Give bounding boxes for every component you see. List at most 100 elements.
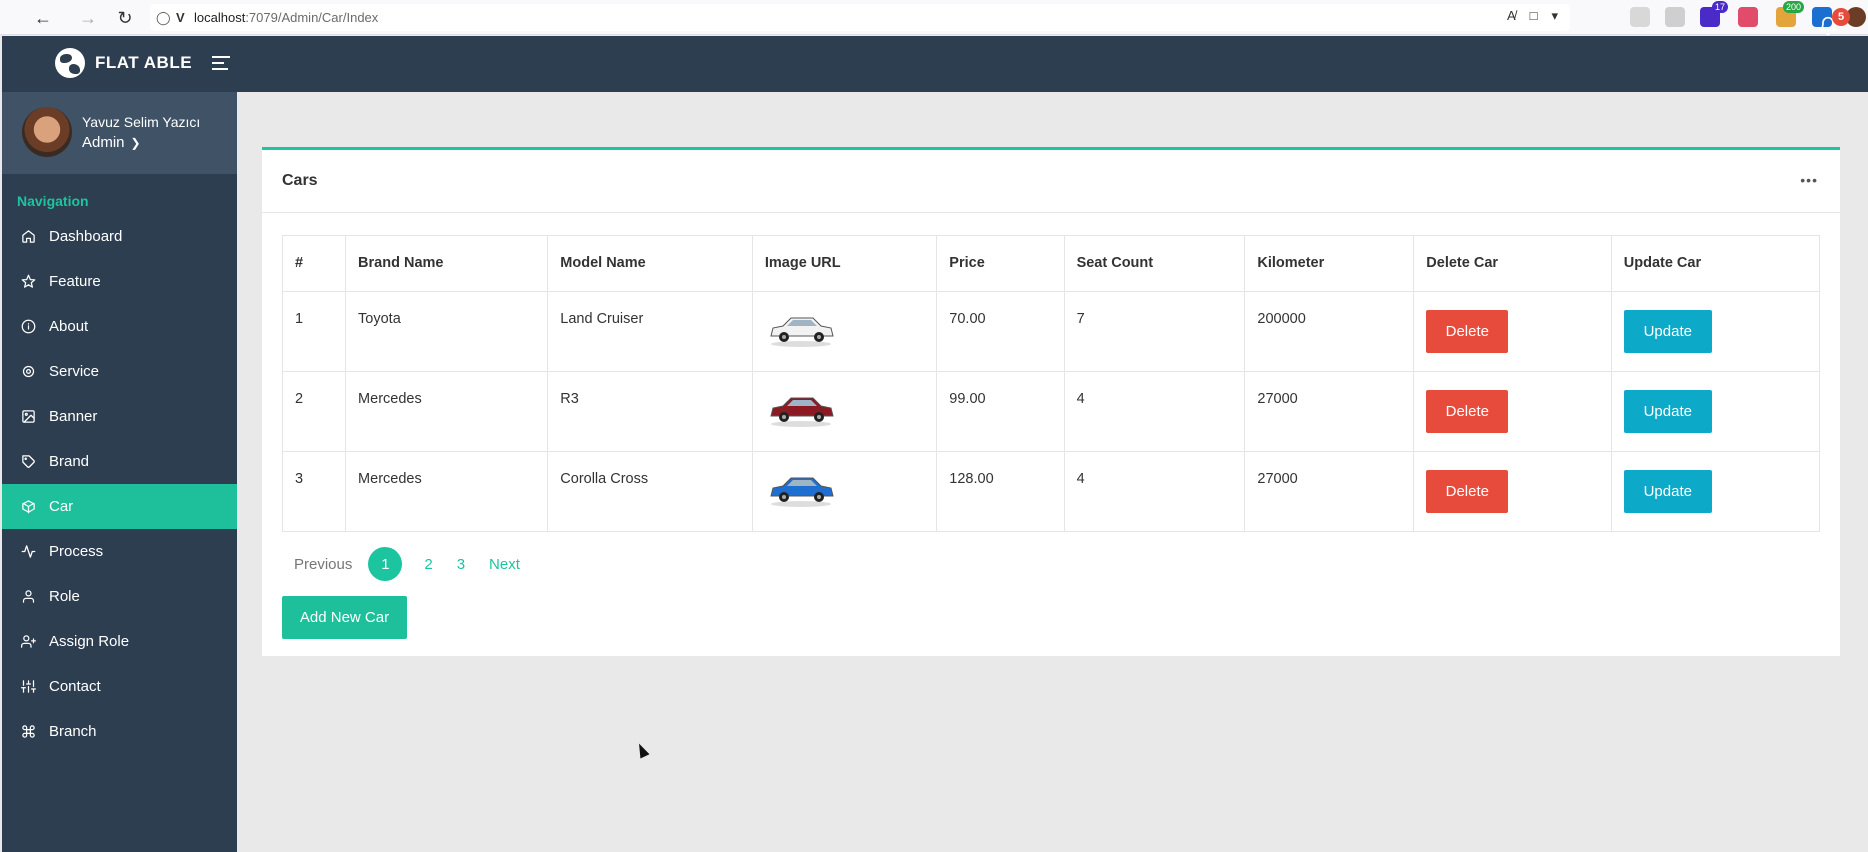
reload-icon[interactable]: ↻: [112, 5, 138, 31]
sidebar-item-contact[interactable]: Contact: [2, 664, 237, 709]
url-host: localhost: [194, 10, 246, 25]
card-title: Cars: [282, 172, 318, 189]
delete-cell: Delete: [1413, 291, 1612, 372]
sidebar-item-car[interactable]: Car: [2, 484, 237, 529]
sidebar-item-label: About: [49, 318, 89, 335]
sidebar-item-label: Banner: [49, 408, 98, 425]
column-header: Kilometer: [1244, 235, 1415, 292]
forward-icon[interactable]: →: [75, 5, 101, 31]
cars-table: # Brand Name Model Name Image URL Price Seat …: [281, 235, 1821, 532]
delete-cell: Delete: [1413, 371, 1612, 452]
delete-car-button[interactable]: Delete: [1426, 470, 1509, 513]
browser-toolbar: ← → ↻ ◯ V localhost:7079/Admin/Car/Index…: [0, 0, 1868, 35]
command-icon: [20, 724, 36, 740]
sidebar-item-feature[interactable]: Feature: [2, 259, 237, 304]
site-identity-icon: V: [176, 10, 185, 25]
star-icon: [20, 274, 36, 290]
sidebar-item-label: Brand: [49, 453, 90, 470]
info-icon: [20, 319, 36, 335]
user-role-dropdown[interactable]: Admin ❯: [82, 134, 141, 151]
row-number-cell: 2: [281, 371, 347, 452]
table-row: 2 Mercedes R3 99.00 4 27000 Delete Update: [281, 371, 1821, 452]
sidebar-item-dashboard[interactable]: Dashboard: [2, 214, 237, 259]
table-row: 1 Toyota Land Cruiser 70.00 7 200000 Delete Upd…: [281, 291, 1821, 372]
sidebar-item-assign-role[interactable]: Assign Role: [2, 619, 237, 664]
app-logo[interactable]: FLAT ABLE: [55, 48, 192, 78]
delete-car-button[interactable]: Delete: [1426, 390, 1509, 433]
shield-icon: ◯: [156, 9, 171, 25]
mouse-cursor: [634, 741, 650, 759]
user-icon: [20, 589, 36, 605]
app-header: FLAT ABLE: [2, 36, 1868, 92]
sidebar: Yavuz Selim Yazıcı Admin ❯ Navigation Da…: [2, 92, 237, 852]
sidebar-item-label: Service: [49, 363, 100, 380]
pagination: Previous 1 2 3 Next: [282, 547, 532, 581]
card-divider: [262, 212, 1840, 213]
sidebar-item-about[interactable]: About: [2, 304, 237, 349]
price-cell: 99.00: [936, 371, 1065, 452]
column-header: Image URL: [751, 235, 938, 292]
add-new-car-button[interactable]: Add New Car: [282, 596, 407, 639]
globe-icon: [55, 48, 85, 78]
dropdown-icon[interactable]: ▾: [1551, 8, 1558, 24]
calendar-extension-icon[interactable]: [1738, 7, 1758, 27]
sidebar-item-brand[interactable]: Brand: [2, 439, 237, 484]
menu-toggle-icon[interactable]: [212, 56, 230, 72]
extension-icon[interactable]: 17: [1700, 1, 1728, 27]
user-role: Admin: [82, 134, 125, 151]
page-link-2[interactable]: 2: [412, 547, 444, 581]
update-car-button[interactable]: Update: [1623, 470, 1712, 513]
sidebar-item-process[interactable]: Process: [2, 529, 237, 574]
gear-icon: [20, 364, 36, 380]
translate-icon[interactable]: A̸: [1507, 8, 1516, 24]
price-cell: 128.00: [936, 451, 1065, 532]
model-name-cell: Land Cruiser: [547, 291, 753, 372]
sidebar-item-branch[interactable]: Branch: [2, 709, 237, 754]
update-cell: Update: [1610, 371, 1821, 452]
sliders-icon: [20, 679, 36, 695]
url-path: :7079/Admin/Car/Index: [245, 10, 379, 25]
extension-badge: 17: [1711, 1, 1728, 13]
kilometer-cell: 27000: [1244, 371, 1415, 452]
seat-count-cell: 7: [1063, 291, 1246, 372]
sidebar-item-role[interactable]: Role: [2, 574, 237, 619]
sidebar-item-service[interactable]: Service: [2, 349, 237, 394]
previous-page-link[interactable]: Previous: [282, 547, 364, 581]
back-icon[interactable]: ←: [30, 5, 56, 31]
kilometer-cell: 200000: [1244, 291, 1415, 372]
update-cell: Update: [1610, 451, 1821, 532]
sidebar-item-label: Assign Role: [49, 633, 130, 650]
app-title: FLAT ABLE: [95, 53, 193, 72]
bookmark-icon[interactable]: □: [1530, 8, 1538, 24]
qr-extension-icon[interactable]: [1630, 7, 1650, 27]
car-thumbnail: [765, 466, 924, 514]
update-car-button[interactable]: Update: [1623, 310, 1712, 353]
page-link-1[interactable]: 1: [368, 547, 403, 581]
brand-name-cell: Mercedes: [345, 451, 549, 532]
more-options-icon[interactable]: •••: [1800, 172, 1818, 188]
column-header: Update Car: [1610, 235, 1821, 292]
update-cell: Update: [1610, 291, 1821, 372]
car-image-cell: [751, 371, 938, 452]
brand-name-cell: Mercedes: [345, 371, 549, 452]
column-header: Brand Name: [345, 235, 549, 292]
column-header: Price: [936, 235, 1065, 292]
next-page-link[interactable]: Next: [477, 547, 532, 581]
sidebar-item-label: Dashboard: [49, 228, 123, 245]
tag-icon: [20, 454, 36, 470]
delete-car-button[interactable]: Delete: [1426, 310, 1509, 353]
address-bar[interactable]: ◯ V localhost:7079/Admin/Car/Index A̸ □ …: [150, 4, 1570, 31]
sidebar-item-banner[interactable]: Banner: [2, 394, 237, 439]
car-thumbnail: [765, 386, 924, 434]
arrow-extension-icon[interactable]: [1665, 7, 1685, 27]
page-link-3[interactable]: 3: [445, 547, 477, 581]
user-profile: Yavuz Selim Yazıcı Admin ❯: [2, 92, 237, 174]
box-icon: [20, 499, 36, 515]
nav-list: Dashboard Feature About Service Banner Brand C…: [2, 214, 237, 754]
home-icon: [20, 229, 36, 245]
coupon-extension-icon[interactable]: 200: [1776, 1, 1804, 27]
column-header: Seat Count: [1063, 235, 1246, 292]
column-header: #: [281, 235, 347, 292]
update-car-button[interactable]: Update: [1623, 390, 1712, 433]
cars-card: Cars ••• # Brand Name Model Name Image URL P…: [262, 147, 1840, 656]
